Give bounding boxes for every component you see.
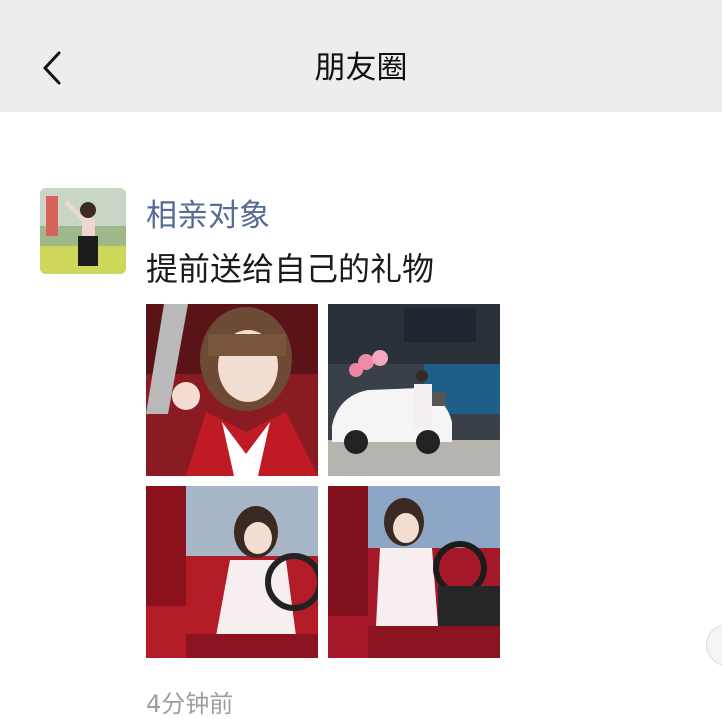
- post-time: 4分钟前: [146, 690, 234, 718]
- photo-2[interactable]: [328, 304, 500, 476]
- photo-4[interactable]: [328, 486, 500, 658]
- moment-post: 相亲对象 提前送给自己的礼物 4分钟前: [0, 112, 722, 718]
- photo-1[interactable]: [146, 304, 318, 476]
- photo-3-image: [146, 486, 318, 658]
- post-text: 提前送给自己的礼物: [146, 250, 435, 288]
- nav-bar: 朋友圈: [0, 0, 722, 113]
- photo-1-image: [146, 304, 318, 476]
- avatar[interactable]: [40, 188, 126, 274]
- avatar-image: [40, 188, 126, 274]
- photo-3[interactable]: [146, 486, 318, 658]
- author-name[interactable]: 相亲对象: [146, 190, 270, 235]
- more-button[interactable]: [706, 624, 722, 666]
- photo-4-image: [328, 486, 500, 658]
- photo-2-image: [328, 304, 500, 476]
- page-title: 朋友圈: [314, 50, 408, 86]
